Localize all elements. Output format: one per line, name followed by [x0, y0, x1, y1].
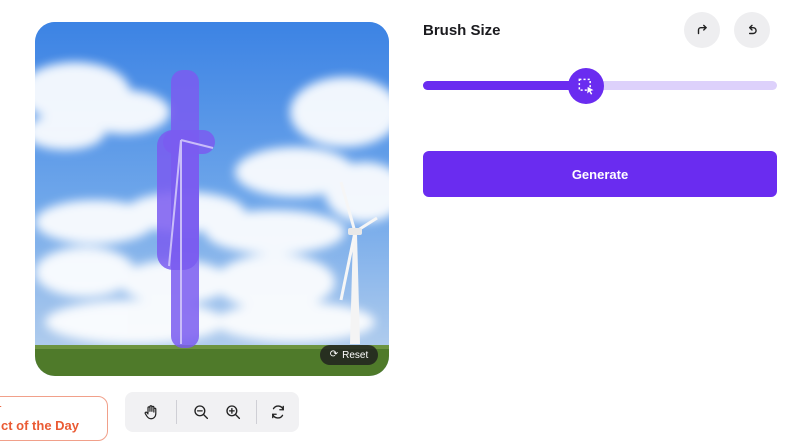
redo-button[interactable]	[684, 12, 720, 48]
refresh-icon	[272, 405, 284, 419]
generate-button[interactable]: Generate	[423, 151, 777, 197]
brush-size-slider[interactable]	[423, 68, 777, 104]
badge-eyebrow: T	[0, 406, 2, 413]
zoom-in-icon	[226, 405, 241, 420]
reset-label: Reset	[342, 349, 369, 361]
image-canvas[interactable]: ⟳ Reset	[35, 22, 389, 376]
undo-button[interactable]	[734, 12, 770, 48]
slider-fill	[423, 81, 586, 90]
hand-tool-button[interactable]	[141, 402, 161, 422]
undo-icon	[748, 24, 757, 35]
canvas-image	[35, 22, 389, 376]
zoom-in-button[interactable]	[223, 402, 243, 422]
refresh-icon: ⟳	[329, 349, 339, 360]
slider-thumb[interactable]	[567, 68, 604, 104]
reset-button[interactable]: ⟳ Reset	[320, 345, 378, 365]
badge-title: ct of the Day	[1, 418, 80, 433]
zoom-out-icon	[194, 405, 209, 420]
selection-brush-icon	[578, 78, 594, 95]
zoom-out-button[interactable]	[191, 402, 211, 422]
rotate-button[interactable]	[268, 402, 288, 422]
product-of-the-day-badge[interactable]: T ct of the Day	[0, 396, 108, 441]
redo-icon	[697, 24, 707, 35]
brush-size-title: Brush Size	[423, 22, 501, 39]
hand-icon	[144, 405, 157, 420]
canvas-toolbar	[125, 392, 299, 432]
